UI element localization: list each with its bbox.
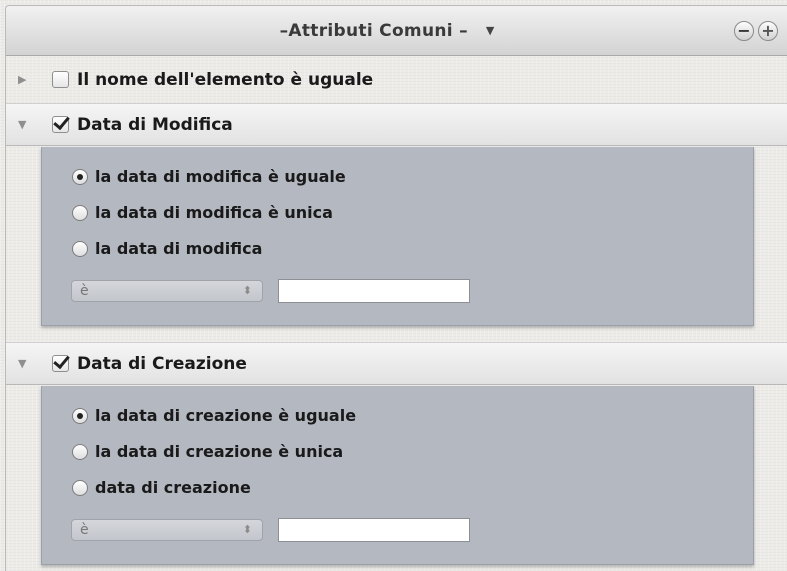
radio-label: data di creazione: [95, 478, 251, 497]
select-value: è: [80, 522, 89, 538]
minus-icon: −: [737, 21, 751, 40]
row-label: Il nome dell'elemento è uguale: [77, 69, 374, 90]
creazione-options-panel: la data di creazione è uguale la data di…: [41, 386, 754, 565]
radio-label: la data di modifica è unica: [95, 203, 333, 222]
add-button[interactable]: +: [758, 21, 778, 41]
stepper-arrows-icon: ⬍: [242, 284, 252, 297]
checkbox-data-modifica[interactable]: [52, 116, 69, 133]
row-label: Data di Modifica: [77, 114, 233, 135]
radio-option[interactable]: la data di modifica è uguale: [72, 167, 346, 186]
stepper-arrows-icon: ⬍: [242, 523, 252, 536]
radio-button[interactable]: [72, 407, 88, 424]
dropdown-arrow-icon: ▼: [485, 24, 495, 37]
radio-option[interactable]: la data di creazione è uguale: [72, 406, 356, 425]
creazione-value-field[interactable]: [278, 518, 470, 542]
checkbox-data-creazione[interactable]: [52, 355, 69, 372]
disclosure-down-icon[interactable]: ▼: [18, 357, 36, 370]
modifica-options-panel: la data di modifica è uguale la data di …: [41, 147, 754, 326]
row-label: Data di Creazione: [77, 353, 247, 374]
checkbox-nome-elemento[interactable]: [52, 71, 69, 88]
remove-button[interactable]: −: [734, 21, 754, 41]
attributes-window: –Attributi Comuni – ▼ − + ▶ Il nome dell…: [5, 5, 787, 571]
row-data-creazione: ▼ Data di Creazione: [6, 342, 787, 385]
disclosure-down-icon[interactable]: ▼: [18, 118, 36, 131]
radio-label: la data di modifica è uguale: [95, 167, 346, 186]
radio-option[interactable]: la data di modifica è unica: [72, 203, 333, 222]
disclosure-right-icon[interactable]: ▶: [18, 73, 36, 86]
radio-button[interactable]: [72, 443, 88, 460]
radio-label: la data di creazione è unica: [95, 442, 344, 461]
row-data-modifica: ▼ Data di Modifica: [6, 103, 787, 146]
radio-label: la data di modifica: [95, 239, 263, 258]
row-nome-elemento: ▶ Il nome dell'elemento è uguale: [6, 58, 787, 101]
header-title: –Attributi Comuni –: [279, 20, 468, 41]
radio-button[interactable]: [72, 240, 88, 257]
creazione-operator-select[interactable]: è ⬍: [71, 519, 263, 541]
modifica-operator-select[interactable]: è ⬍: [71, 280, 263, 302]
title-popup[interactable]: –Attributi Comuni – ▼: [280, 21, 495, 41]
radio-option[interactable]: la data di creazione è unica: [72, 442, 343, 461]
radio-option[interactable]: la data di modifica: [72, 239, 262, 258]
header-buttons: − +: [734, 21, 778, 41]
header-bar: –Attributi Comuni – ▼ − +: [6, 6, 787, 56]
radio-option[interactable]: data di creazione: [72, 478, 251, 497]
radio-button[interactable]: [72, 168, 88, 185]
select-value: è: [80, 283, 89, 299]
radio-button[interactable]: [72, 204, 88, 221]
radio-label: la data di creazione è uguale: [95, 406, 357, 425]
plus-icon: +: [761, 21, 775, 40]
modifica-value-field[interactable]: [278, 279, 470, 303]
radio-button[interactable]: [72, 479, 88, 496]
